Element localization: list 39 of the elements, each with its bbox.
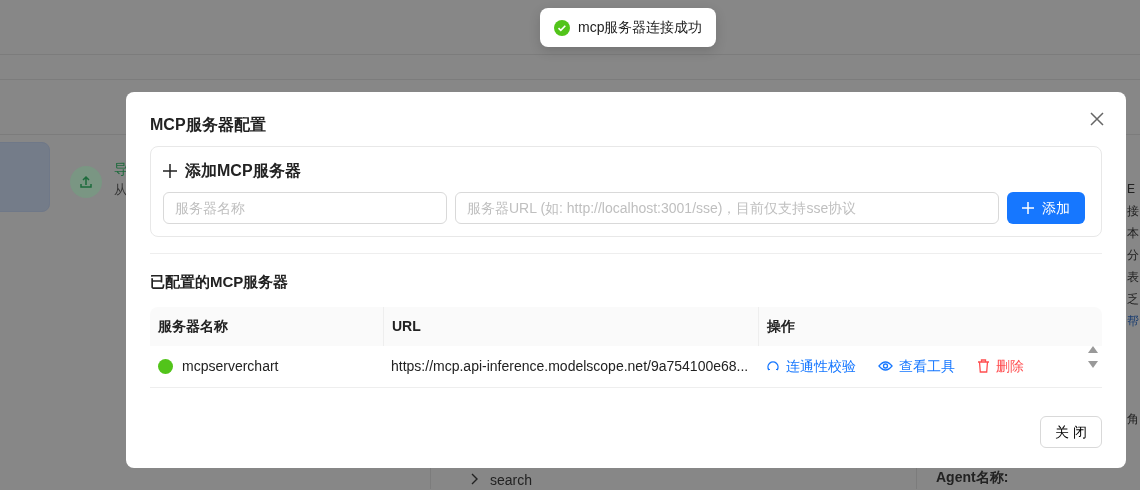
panel-label: 角 (1127, 411, 1139, 428)
upload-icon (70, 166, 102, 198)
delete-link[interactable]: 删除 (977, 355, 1024, 377)
column-header: 操作 (767, 316, 795, 336)
panel-text: 表 (1127, 269, 1139, 286)
panel-text: 分 (1127, 247, 1139, 264)
panel-text: 接 (1127, 203, 1139, 220)
server-url-field[interactable]: 服务器URL (如: http://localhost:3001/sse)，目前仅支持sse协议 (455, 192, 999, 224)
toast-message: mcp服务器连接成功 (578, 18, 703, 37)
tree-item[interactable]: search (490, 472, 533, 488)
plus-icon (1022, 202, 1034, 214)
panel-text: 帮 (1127, 313, 1139, 330)
panel-text: 本 (1127, 225, 1139, 242)
card-subtitle: 从 (114, 181, 127, 199)
chevron-icon[interactable] (470, 472, 480, 486)
trash-icon (977, 359, 990, 373)
plus-icon (163, 164, 177, 178)
section-title: 已配置的MCP服务器 (150, 272, 290, 292)
column-header: 服务器名称 (158, 316, 228, 336)
connectivity-check-link[interactable]: 连通性校验 (766, 355, 856, 377)
modal-title: MCP服务器配置 (150, 115, 266, 135)
view-tools-link[interactable]: 查看工具 (878, 355, 955, 377)
server-name-field[interactable]: 服务器名称 (163, 192, 447, 224)
section-title: 添加MCP服务器 (185, 161, 301, 181)
close-icon[interactable] (1088, 110, 1106, 128)
card-background (0, 142, 50, 212)
success-icon (554, 19, 570, 36)
scroll-down-icon[interactable] (1088, 361, 1098, 368)
panel-text: 乏 (1127, 291, 1139, 308)
add-button[interactable]: 添加 (1007, 192, 1085, 224)
refresh-icon (766, 359, 780, 373)
agent-name-label: Agent名称: (936, 468, 1009, 487)
server-name: mcpserverchart (182, 356, 279, 376)
eye-icon (878, 360, 893, 372)
card-title: 导 (114, 160, 128, 179)
panel-text: E (1127, 181, 1136, 198)
server-url: https://mcp.api-inference.modelscope.net/9a754100e68... (391, 356, 749, 376)
column-header: URL (392, 316, 421, 336)
close-button[interactable]: 关 闭 (1040, 416, 1102, 448)
